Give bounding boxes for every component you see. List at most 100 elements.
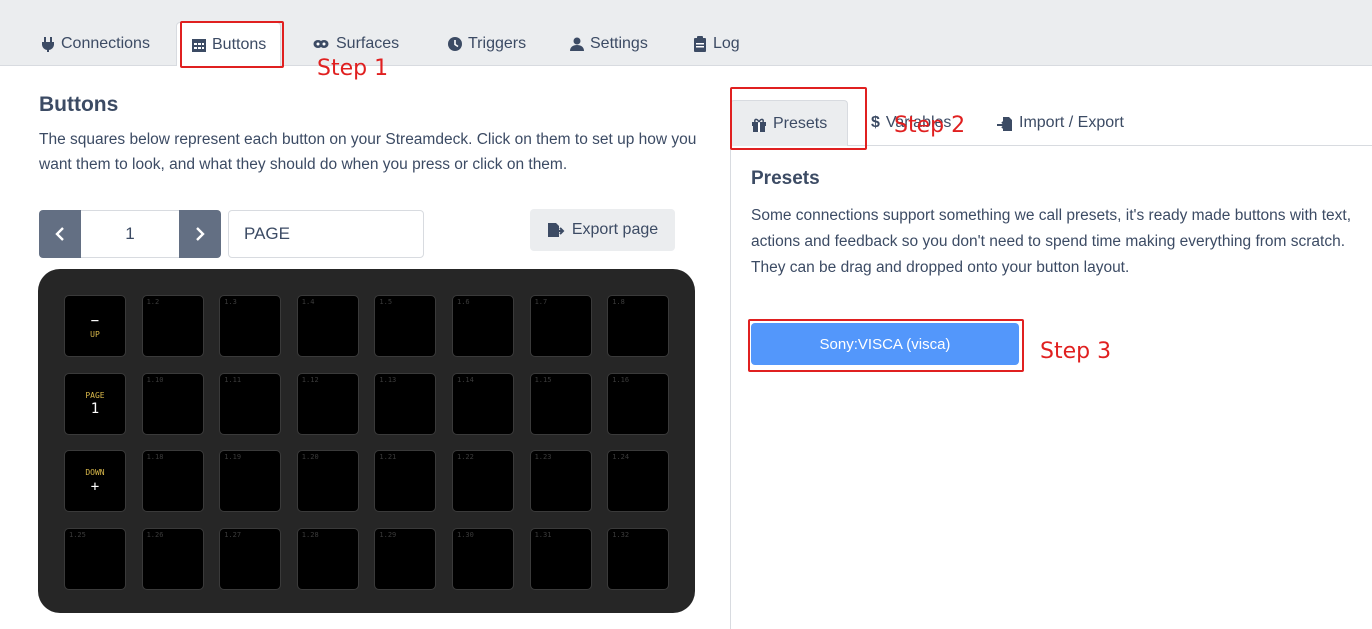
buttons-description: The squares below represent each button … [39, 131, 697, 173]
tab-label: Log [713, 35, 740, 52]
deck-key[interactable]: 1.25 [64, 528, 126, 591]
deck-key-number: 1.6 [457, 298, 470, 306]
deck-key[interactable]: 1.21 [374, 450, 437, 513]
deck-key-number: 1.11 [224, 375, 242, 384]
deck-key-label: UP [90, 330, 100, 339]
user-cog-icon [570, 37, 584, 51]
deck-key-number: 1.8 [612, 298, 625, 306]
deck-key[interactable]: 1.13 [374, 372, 437, 435]
page-title: Buttons [39, 93, 119, 116]
tab-label: Settings [590, 35, 648, 52]
deck-key[interactable]: 1.6 [452, 295, 514, 357]
deck-key[interactable]: 1.30 [452, 528, 514, 591]
deck-key-number: 1.26 [146, 531, 164, 540]
annotation-step1: Step 1 [317, 56, 389, 81]
annotation-box-step3 [748, 319, 1024, 372]
deck-key[interactable]: DOWN + [64, 450, 126, 513]
file-import-icon [997, 117, 1012, 131]
deck-key-number: 1.15 [534, 375, 552, 384]
deck-key-symbol: + [90, 479, 100, 496]
deck-key-number: 1.22 [457, 453, 474, 462]
presets-title: Presets [751, 168, 820, 189]
chevron-right-icon [196, 227, 205, 241]
deck-key-number: 1.30 [457, 531, 474, 540]
annotation-box-step1 [180, 21, 284, 68]
tab-label: Surfaces [336, 35, 400, 52]
deck-key-number: 1.29 [379, 531, 397, 540]
deck-key[interactable]: 1.12 [296, 372, 359, 435]
deck-key-number: 1.16 [612, 375, 630, 384]
deck-key-number: 1.19 [224, 453, 242, 462]
deck-key[interactable]: 1.5 [374, 295, 437, 357]
deck-key-number: 1.24 [612, 453, 630, 462]
deck-key-number: 1.3 [224, 298, 237, 306]
page-name-input[interactable]: PAGE [228, 210, 424, 258]
deck-key[interactable]: 1.15 [529, 372, 592, 435]
deck-key-number: 1.21 [379, 453, 397, 462]
clipboard-icon [694, 36, 706, 52]
deck-key-label: DOWN [85, 468, 105, 478]
tab-triggers[interactable]: Triggers [447, 22, 526, 66]
tab-import-export[interactable]: Import / Export [997, 100, 1124, 146]
deck-key[interactable]: 1.27 [219, 528, 282, 591]
annotation-box-step2 [730, 87, 867, 150]
next-page-button[interactable] [179, 210, 221, 258]
annotation-step3: Step 3 [1040, 339, 1112, 364]
deck-key[interactable]: 1.18 [141, 450, 204, 513]
file-export-icon [547, 223, 565, 237]
tab-connections[interactable]: Connections [40, 22, 150, 66]
tab-settings[interactable]: Settings [569, 22, 648, 66]
deck-key[interactable]: 1.22 [452, 450, 514, 513]
deck-key[interactable]: 1.31 [529, 528, 592, 591]
deck-key[interactable]: 1.2 [141, 295, 204, 357]
presets-description: Some connections support something we ca… [751, 207, 1352, 276]
deck-key-number: 1.20 [301, 453, 319, 462]
deck-key-number: 1.25 [69, 531, 86, 540]
deck-key[interactable]: 1.10 [141, 372, 204, 435]
tab-label: Import / Export [1019, 114, 1124, 131]
streamdeck-grid: − UP 1.2 1.3 1.4 1.5 1.6 1.7 1.8 PAGE 1 1.10 1.11 1.1… [38, 269, 695, 613]
deck-key[interactable]: 1.14 [452, 372, 514, 435]
deck-key[interactable]: 1.20 [296, 450, 359, 513]
deck-key-number: 1.7 [534, 298, 548, 306]
deck-key-number: 1.4 [301, 298, 315, 306]
deck-key[interactable]: 1.8 [607, 295, 670, 357]
deck-key-label: PAGE [85, 390, 105, 400]
deck-key[interactable]: 1.16 [607, 372, 670, 435]
deck-key[interactable]: 1.32 [607, 528, 670, 591]
buttons-panel: Buttons The squares below represent each… [0, 67, 710, 629]
tab-log[interactable]: Log [692, 22, 740, 66]
chevron-left-icon [55, 227, 64, 241]
deck-key[interactable]: 1.4 [296, 295, 359, 357]
deck-key-number: 1.23 [534, 453, 552, 462]
export-page-label: Export page [571, 221, 659, 238]
deck-key-number: 1.12 [301, 375, 319, 384]
tab-label: Connections [61, 35, 150, 52]
deck-key[interactable]: 1.29 [374, 528, 437, 591]
prev-page-button[interactable] [39, 210, 81, 258]
deck-key[interactable]: 1.24 [607, 450, 670, 513]
export-page-button[interactable]: Export page [530, 209, 675, 251]
deck-key-number: 1.18 [146, 453, 164, 462]
deck-key-number: 1.28 [301, 531, 319, 540]
deck-key-number: 1.5 [379, 298, 393, 306]
deck-key[interactable]: 1.23 [529, 450, 592, 513]
deck-key-number: 1.13 [379, 375, 397, 384]
deck-key[interactable]: 1.19 [219, 450, 282, 513]
deck-key[interactable]: 1.28 [296, 528, 359, 591]
deck-key[interactable]: 1.11 [219, 372, 282, 435]
deck-key[interactable]: PAGE 1 [64, 372, 126, 435]
deck-key[interactable]: 1.3 [219, 295, 282, 357]
page-number-input[interactable]: 1 [81, 210, 179, 258]
page-pager: 1 [39, 210, 221, 258]
dollar-icon: $ [871, 114, 880, 131]
presets-body: Presets Some connections support somethi… [730, 146, 1372, 629]
deck-key-symbol: − [90, 313, 100, 329]
deck-key-number: 1.31 [534, 531, 552, 540]
deck-key-number: 1.14 [457, 375, 474, 384]
gamepad-icon [313, 40, 329, 48]
deck-key[interactable]: 1.26 [141, 528, 204, 591]
deck-key[interactable]: − UP [64, 295, 126, 357]
deck-key[interactable]: 1.7 [529, 295, 592, 357]
deck-key-number: 1.27 [224, 531, 242, 540]
